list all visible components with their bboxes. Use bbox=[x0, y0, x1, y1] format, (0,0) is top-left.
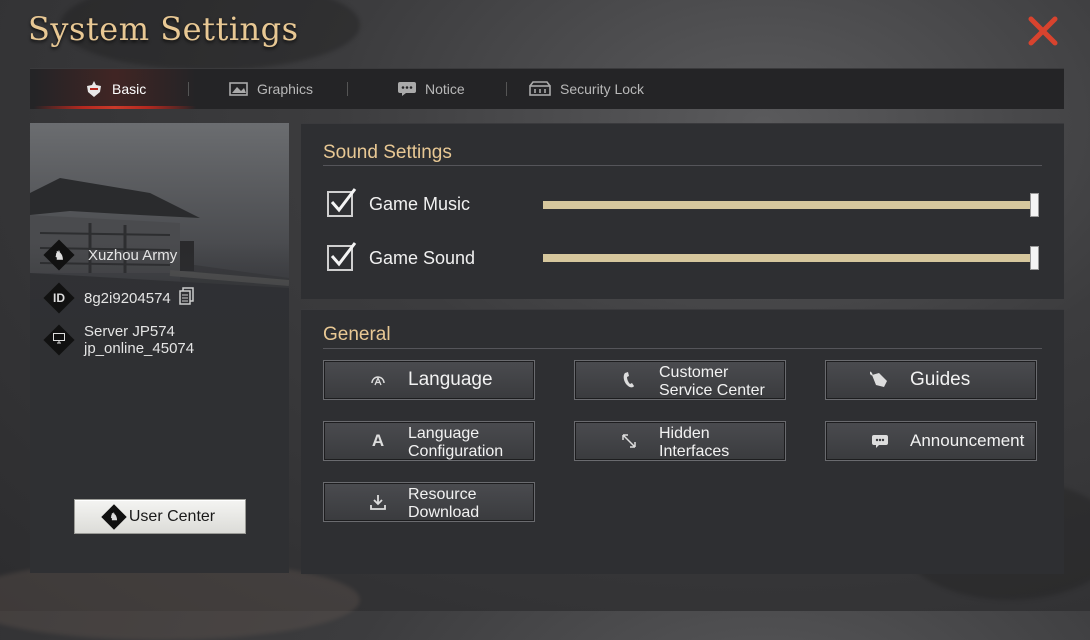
general-panel: General Language Customer Service Center… bbox=[301, 309, 1064, 574]
download-icon bbox=[368, 492, 388, 512]
game-music-row: Game Music bbox=[327, 188, 470, 220]
server-row: Server JP574 jp_online_45074 bbox=[43, 323, 195, 357]
button-label: Service Center bbox=[659, 382, 765, 399]
button-label: Resource bbox=[408, 486, 477, 503]
tab-label: Notice bbox=[425, 81, 465, 97]
button-label: Language bbox=[408, 425, 480, 442]
divider bbox=[323, 348, 1042, 349]
game-sound-checkbox[interactable] bbox=[327, 242, 357, 271]
helmet-icon bbox=[84, 80, 104, 98]
tab-notice[interactable]: Notice bbox=[397, 69, 465, 109]
tab-graphics[interactable]: Graphics bbox=[229, 69, 313, 109]
tab-divider bbox=[188, 82, 189, 96]
army-row: ♞ Xuzhou Army bbox=[43, 239, 178, 271]
army-name: Xuzhou Army bbox=[88, 246, 178, 264]
image-icon bbox=[229, 80, 249, 98]
lock-icon bbox=[528, 80, 552, 98]
language-button[interactable]: Language bbox=[323, 360, 535, 400]
button-label: Download bbox=[408, 504, 480, 521]
sound-settings-panel: Sound Settings Game Music Game Sound bbox=[301, 123, 1064, 299]
server-detail: jp_online_45074 bbox=[84, 340, 195, 357]
button-label: Guides bbox=[910, 369, 971, 390]
tab-basic[interactable]: Basic bbox=[33, 69, 197, 109]
slider-handle[interactable] bbox=[1030, 193, 1039, 217]
tab-label: Basic bbox=[112, 81, 147, 97]
button-label-stack: Hidden Interfaces bbox=[659, 425, 729, 461]
language-icon bbox=[368, 370, 388, 390]
button-label-stack: Language Configuration bbox=[408, 425, 503, 461]
tab-divider bbox=[347, 82, 348, 96]
button-label: Announcement bbox=[910, 431, 1025, 450]
button-label: Hidden bbox=[659, 425, 710, 442]
game-music-slider[interactable] bbox=[543, 193, 1039, 217]
guide-icon bbox=[870, 370, 890, 390]
divider bbox=[323, 165, 1042, 166]
game-sound-label: Game Sound bbox=[369, 247, 476, 268]
id-badge-icon: ID bbox=[43, 282, 75, 314]
game-sound-slider[interactable] bbox=[543, 246, 1039, 270]
general-title: General bbox=[323, 324, 391, 345]
slider-handle[interactable] bbox=[1030, 246, 1039, 270]
game-music-checkbox[interactable] bbox=[327, 188, 357, 217]
user-center-icon: ♞ bbox=[101, 503, 127, 530]
checkmark-icon bbox=[330, 242, 357, 267]
button-label: Interfaces bbox=[659, 443, 730, 460]
chat-icon bbox=[397, 80, 417, 98]
monitor-icon bbox=[43, 324, 75, 356]
close-button[interactable] bbox=[1026, 14, 1060, 48]
user-center-label: User Center bbox=[128, 507, 216, 525]
button-label: Configuration bbox=[408, 443, 504, 460]
button-label: Language bbox=[408, 369, 493, 390]
id-badge-text: ID bbox=[53, 291, 65, 305]
id-row: ID 8g2i9204574 bbox=[43, 282, 195, 314]
server-name: Server JP574 bbox=[84, 323, 175, 340]
close-icon bbox=[1028, 16, 1058, 46]
tab-label: Security Lock bbox=[560, 81, 645, 97]
checkmark-icon bbox=[330, 188, 357, 213]
customer-service-button[interactable]: Customer Service Center bbox=[574, 360, 786, 400]
copy-icon[interactable] bbox=[179, 287, 195, 309]
phone-icon bbox=[619, 370, 639, 390]
army-badge-icon: ♞ bbox=[43, 239, 75, 271]
page-title: System Settings bbox=[28, 10, 299, 48]
game-sound-row: Game Sound bbox=[327, 242, 475, 274]
button-label: Customer bbox=[659, 364, 729, 381]
language-configuration-button[interactable]: A Language Configuration bbox=[323, 421, 535, 461]
user-center-button[interactable]: ♞ User Center bbox=[74, 499, 246, 534]
button-label-stack: Customer Service Center bbox=[659, 364, 765, 400]
font-icon: A bbox=[371, 431, 385, 450]
message-icon bbox=[870, 431, 890, 451]
player-id: 8g2i9204574 bbox=[84, 289, 171, 307]
button-label-stack: Resource Download bbox=[408, 486, 479, 522]
slider-fill bbox=[543, 254, 1039, 262]
resize-icon bbox=[619, 431, 639, 451]
tab-bar: Basic Graphics Notice Security Lock bbox=[30, 68, 1064, 109]
slider-fill bbox=[543, 201, 1039, 209]
tab-security-lock[interactable]: Security Lock bbox=[528, 69, 644, 109]
resource-download-button[interactable]: Resource Download bbox=[323, 482, 535, 522]
sound-settings-title: Sound Settings bbox=[323, 142, 452, 163]
guides-button[interactable]: Guides bbox=[825, 360, 1037, 400]
tab-label: Graphics bbox=[257, 81, 314, 97]
announcement-button[interactable]: Announcement bbox=[825, 421, 1037, 461]
tab-divider bbox=[506, 82, 507, 96]
hidden-interfaces-button[interactable]: Hidden Interfaces bbox=[574, 421, 786, 461]
profile-panel: ♞ Xuzhou Army ID 8g2i9204574 Server JP57… bbox=[30, 123, 289, 573]
game-music-label: Game Music bbox=[369, 193, 471, 214]
